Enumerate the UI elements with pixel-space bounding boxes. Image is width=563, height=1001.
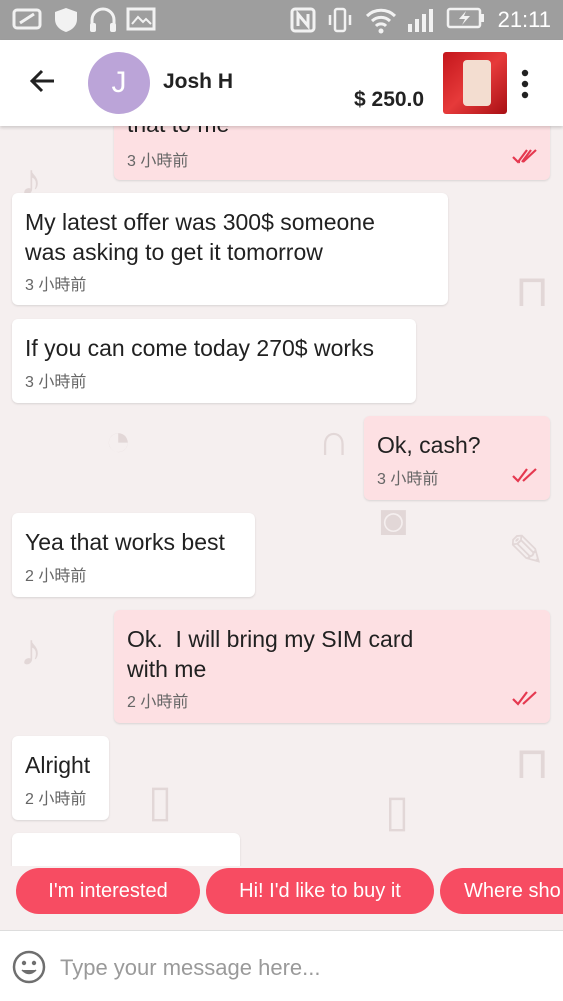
chat-notification-icon: [12, 6, 44, 34]
chat-header: J Josh H $ 250.0: [0, 40, 563, 126]
more-options-icon[interactable]: [519, 68, 531, 100]
message-text: Yea that works best: [25, 529, 225, 555]
item-price: $ 250.0: [354, 88, 425, 111]
message-text: My latest offer was 300$ someone was ask…: [25, 209, 375, 265]
quick-replies: I'm interested Hi! I'd like to buy it Wh…: [0, 866, 563, 918]
quick-reply-buy[interactable]: Hi! I'd like to buy it: [206, 868, 434, 914]
read-receipt-icon: [512, 691, 537, 706]
message-outgoing[interactable]: that to me 3 小時前: [114, 126, 550, 180]
message-text: Alright: [25, 752, 91, 778]
chat-messages[interactable]: ♪ ⊓ ◔ ∩ ◙ ✎ ♪ ⊓ ▯ ▯ that to me 3 小時前 My …: [0, 126, 563, 866]
headphones-icon: [88, 6, 118, 34]
vibrate-icon: [326, 6, 354, 34]
read-receipt-icon: [512, 149, 537, 164]
message-text: If you can come today 270$ works: [25, 335, 375, 361]
message-outgoing[interactable]: Ok, cash? 3 小時前: [364, 416, 550, 500]
emoji-icon[interactable]: [12, 950, 46, 984]
wifi-icon: [364, 6, 398, 34]
signal-icon: [406, 6, 438, 34]
message-text: Ok, cash?: [377, 432, 481, 458]
battery-charging-icon: [446, 6, 486, 34]
back-arrow-icon[interactable]: [26, 64, 60, 98]
status-time: 21:11: [497, 7, 551, 32]
message-incoming[interactable]: My latest offer was 300$ someone was ask…: [12, 193, 448, 305]
message-incoming-partial[interactable]: [12, 833, 240, 866]
status-bar: 21:11: [0, 0, 563, 40]
nfc-icon: [290, 6, 316, 34]
message-outgoing[interactable]: Ok. I will bring my SIM card with me 2 小…: [114, 610, 550, 723]
quick-reply-where[interactable]: Where sho: [440, 868, 563, 914]
message-text: that to me: [127, 126, 229, 139]
phone-bg-icon: ▯: [385, 787, 410, 836]
message-time: 3 小時前: [127, 153, 189, 170]
image-icon: [126, 6, 156, 34]
message-text: Ok. I will bring my SIM card with me: [127, 626, 414, 682]
camera-bg-icon: ◙: [380, 496, 407, 545]
message-time: 2 小時前: [25, 791, 87, 808]
message-composer: [0, 930, 563, 1001]
message-time: 2 小時前: [25, 568, 87, 585]
message-incoming[interactable]: Alright 2 小時前: [12, 736, 109, 820]
helmet-icon: ◔: [105, 416, 132, 465]
pants-icon: ⊓: [515, 267, 550, 316]
shield-icon: [52, 6, 80, 34]
message-incoming[interactable]: If you can come today 270$ works 3 小時前: [12, 319, 416, 403]
message-time: 3 小時前: [377, 471, 439, 488]
item-thumbnail[interactable]: [443, 52, 507, 114]
contact-name[interactable]: Josh H: [163, 70, 233, 94]
message-time: 3 小時前: [25, 374, 87, 391]
quick-reply-interested[interactable]: I'm interested: [16, 868, 200, 914]
avatar[interactable]: J: [88, 52, 150, 114]
headphones-bg-icon: ∩: [318, 416, 350, 465]
read-receipt-icon: [512, 468, 537, 483]
message-time: 3 小時前: [25, 277, 87, 294]
trumpet-bg-icon-2: ♪: [20, 626, 42, 675]
message-incoming[interactable]: Yea that works best 2 小時前: [12, 513, 255, 597]
ipod-bg-icon: ▯: [148, 777, 173, 826]
message-input[interactable]: [58, 947, 542, 989]
message-time: 2 小時前: [127, 694, 189, 711]
tag-bg-icon: ✎: [508, 527, 545, 576]
pants-bg-icon-2: ⊓: [515, 739, 550, 788]
